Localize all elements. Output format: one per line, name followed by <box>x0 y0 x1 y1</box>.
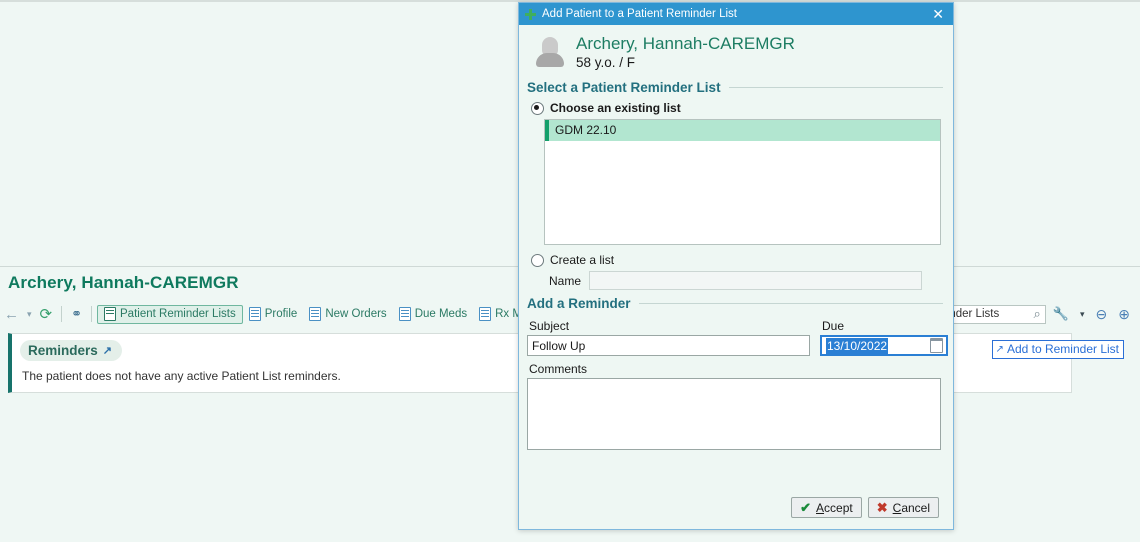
radio-choose-existing-list[interactable]: Choose an existing list <box>531 101 943 115</box>
binoculars-icon[interactable]: ⚭ <box>67 303 86 325</box>
list-item[interactable]: GDM 22.10 <box>545 120 940 141</box>
add-reminder-section-label: Add a Reminder <box>527 296 631 311</box>
patient-name: Archery, Hannah-CAREMGR <box>576 34 795 53</box>
add-reminder-section-header: Add a Reminder <box>527 296 943 311</box>
due-field-group: Due 13/10/2022 <box>820 317 948 356</box>
reminders-panel-header[interactable]: Reminders ↗ <box>20 340 122 361</box>
patient-text-block: Archery, Hannah-CAREMGR 58 y.o. / F <box>576 34 795 70</box>
accept-button[interactable]: ✔ Accept <box>791 497 862 518</box>
section-rule <box>728 87 943 88</box>
toolbar-right-group: eminder Lists ⌕ 🔧 ▾ ⊖ ⊕ <box>925 303 1134 325</box>
avatar-body <box>536 53 564 67</box>
search-icon[interactable]: ⌕ <box>1034 306 1041 322</box>
calendar-icon[interactable] <box>930 338 943 353</box>
tab-new-orders[interactable]: New Orders <box>303 305 392 324</box>
tab-label: Patient Reminder Lists <box>120 308 236 320</box>
due-date-input[interactable]: 13/10/2022 <box>820 335 948 356</box>
radio-label: Create a list <box>550 253 615 267</box>
radio-button[interactable] <box>531 101 544 115</box>
patient-demographics: 58 y.o. / F <box>576 55 636 70</box>
check-icon: ✔ <box>800 499 812 515</box>
avatar <box>533 34 567 70</box>
dialog-titlebar[interactable]: Add Patient to a Patient Reminder List ✕ <box>519 3 953 25</box>
checked-document-icon <box>104 307 117 321</box>
tab-due-meds[interactable]: Due Meds <box>393 305 473 324</box>
subject-label: Subject <box>529 319 570 333</box>
wrench-icon[interactable]: 🔧 <box>1049 303 1073 325</box>
x-icon: ✖ <box>876 499 888 515</box>
reminders-header-label: Reminders <box>28 343 98 358</box>
add-to-reminder-list-label: Add to Reminder List <box>1006 342 1119 356</box>
toolbar-separator-2 <box>91 306 93 322</box>
refresh-icon[interactable]: ⟳ <box>36 303 57 325</box>
toolbar-separator-1 <box>61 306 63 322</box>
add-patient-to-reminder-list-dialog: Add Patient to a Patient Reminder List ✕… <box>518 2 954 530</box>
comments-label: Comments <box>529 362 588 376</box>
tab-label: New Orders <box>325 308 387 320</box>
select-list-section-label: Select a Patient Reminder List <box>527 80 721 95</box>
arrow-icon: ↗ <box>995 343 1004 355</box>
tab-label: Profile <box>264 308 298 320</box>
cancel-button[interactable]: ✖ Cancel <box>867 497 939 518</box>
tab-profile[interactable]: Profile <box>243 305 304 324</box>
radio-label: Choose an existing list <box>550 101 681 115</box>
due-label: Due <box>822 319 845 333</box>
back-arrow-icon[interactable]: ← <box>0 303 23 325</box>
close-icon[interactable]: ✕ <box>927 7 949 21</box>
document-icon <box>309 307 322 321</box>
tools-dropdown-icon[interactable]: ▾ <box>1076 303 1089 325</box>
zoom-in-icon[interactable]: ⊕ <box>1114 303 1134 325</box>
subject-input[interactable]: Follow Up <box>527 335 810 356</box>
dialog-body: Archery, Hannah-CAREMGR 58 y.o. / F Sele… <box>519 25 953 450</box>
patient-summary: Archery, Hannah-CAREMGR 58 y.o. / F <box>527 31 943 76</box>
subject-field-group: Subject Follow Up <box>527 317 810 356</box>
radio-button[interactable] <box>531 253 544 267</box>
subject-due-row: Subject Follow Up Due 13/10/2022 <box>527 317 948 356</box>
history-dropdown-icon[interactable]: ▾ <box>23 303 36 325</box>
plus-icon <box>525 8 536 20</box>
patient-banner-title: Archery, Hannah-CAREMGR <box>8 273 239 292</box>
existing-list-listbox[interactable]: GDM 22.10 <box>544 119 941 245</box>
document-icon <box>248 307 261 321</box>
due-date-value: 13/10/2022 <box>826 337 889 354</box>
document-icon <box>479 307 492 321</box>
cancel-button-label: Cancel <box>892 500 930 515</box>
tab-patient-reminder-lists[interactable]: Patient Reminder Lists <box>97 304 243 324</box>
name-label: Name <box>549 273 582 288</box>
radio-create-a-list[interactable]: Create a list <box>531 253 943 267</box>
tab-label: Due Meds <box>414 308 468 320</box>
dialog-title: Add Patient to a Patient Reminder List <box>542 8 737 20</box>
comments-textarea[interactable] <box>527 378 941 450</box>
name-input[interactable] <box>589 271 923 290</box>
expand-arrow-icon[interactable]: ↗ <box>103 344 112 357</box>
select-list-section-header: Select a Patient Reminder List <box>527 80 943 95</box>
section-rule <box>638 303 943 304</box>
accept-button-label: Accept <box>816 500 853 515</box>
dialog-button-bar: ✔ Accept ✖ Cancel <box>791 497 939 518</box>
document-icon <box>398 307 411 321</box>
add-to-reminder-list-link[interactable]: ↗ Add to Reminder List <box>991 340 1124 359</box>
new-list-name-row: Name <box>549 271 943 290</box>
zoom-out-icon[interactable]: ⊖ <box>1092 303 1112 325</box>
